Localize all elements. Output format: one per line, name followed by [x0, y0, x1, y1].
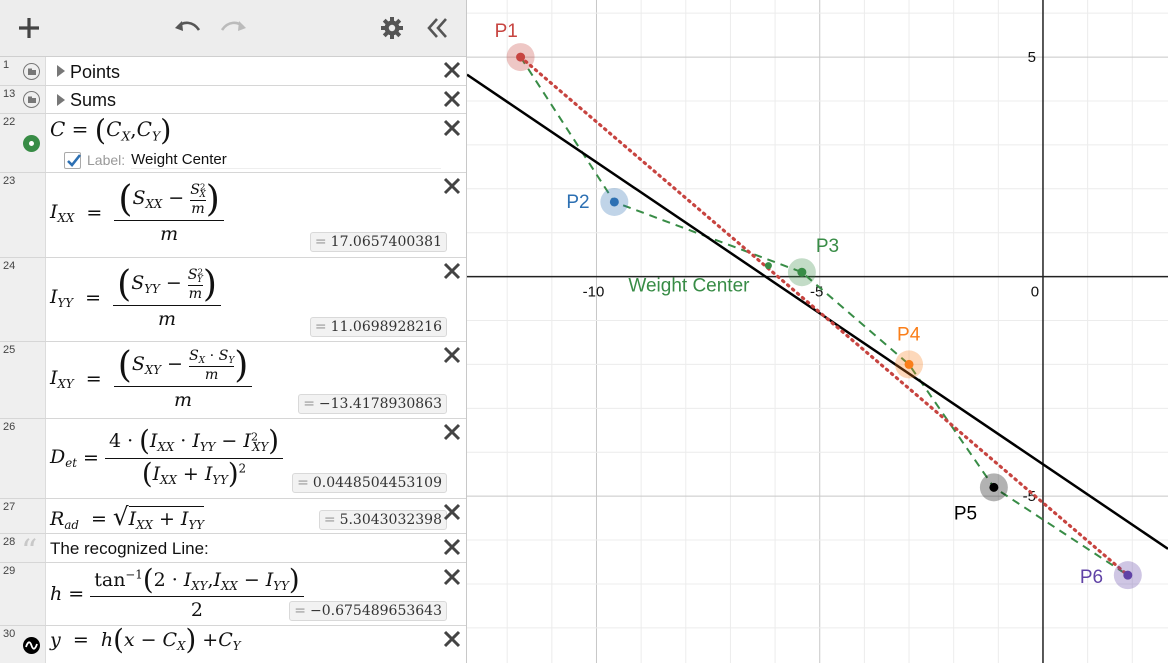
row-number: 13 [3, 88, 16, 100]
expand-triangle-icon[interactable] [57, 65, 65, 77]
row-number: 22 [3, 116, 16, 128]
folder-title: Points [70, 62, 121, 82]
point-p3[interactable] [797, 267, 807, 277]
weight-center-label: Weight Center [628, 276, 750, 297]
point-p4[interactable] [904, 359, 914, 369]
point-label-p3: P3 [816, 236, 839, 257]
expression-list: 1 Points 13 Sums 22 C = (CX,CY) Label: W… [0, 0, 467, 663]
row-number: 23 [3, 175, 16, 187]
row-gutter: 13 [0, 86, 46, 113]
point-label-p5: P5 [954, 503, 977, 524]
expression-row-ixx[interactable]: 23 IXX = (SXX − S2X m) m = 17.0657400381 [0, 173, 466, 258]
label-checkbox[interactable] [64, 151, 82, 169]
curve-visibility-icon[interactable] [23, 637, 40, 654]
evaluation-result: = −0.675489653643 [289, 601, 447, 621]
delete-x-icon[interactable] [442, 261, 462, 281]
expression-row-det[interactable]: 26 Det = 4 · (IXX · IYY − I2XY) (IXX + I… [0, 419, 466, 499]
expression-row-iyy[interactable]: 24 IYY = (SYY − S2Y m) m = 11.0698928216 [0, 258, 466, 342]
y-tick-label: 5 [1028, 49, 1036, 66]
row-number: 25 [3, 344, 16, 356]
label-caption: Label: [87, 152, 126, 168]
expression-row-ixy[interactable]: 25 IXY = (SXY − SX · SY m) m = −13.4178930… [0, 342, 466, 419]
folder-visibility-icon[interactable] [23, 91, 40, 108]
undo-icon [175, 21, 201, 31]
math-expression[interactable]: y = h(x − CX) +CY [50, 626, 437, 663]
folder-visibility-icon[interactable] [23, 63, 40, 80]
row-gutter: 1 [0, 57, 46, 85]
point-p1[interactable] [516, 52, 526, 62]
redo-icon [220, 21, 246, 31]
delete-x-icon[interactable] [442, 537, 462, 557]
evaluation-result: = 0.0448504453109 [292, 473, 447, 493]
evaluation-result: = 11.0698928216 [309, 317, 447, 337]
delete-x-icon[interactable] [442, 502, 462, 522]
row-number: 1 [3, 59, 10, 71]
expand-triangle-icon[interactable] [57, 94, 65, 106]
row-number: 30 [3, 628, 16, 640]
row-number: 28 [3, 536, 16, 548]
delete-x-icon[interactable] [442, 89, 462, 109]
label-row: Label: [64, 151, 442, 169]
point-p6[interactable] [1123, 570, 1133, 580]
delete-x-icon[interactable] [442, 176, 462, 196]
undo-button[interactable] [171, 12, 203, 44]
graph-canvas[interactable]: -10 -5 05-5 P1P2P3P4P5P6Weight Center [467, 0, 1168, 663]
row-number: 27 [3, 501, 16, 513]
row-gutter: 24 [0, 258, 46, 341]
delete-x-icon[interactable] [442, 60, 462, 80]
row-number: 29 [3, 565, 16, 577]
note-row[interactable]: 28 “ The recognized Line: [0, 532, 466, 570]
plus-icon [19, 18, 39, 38]
point-label-p6: P6 [1080, 567, 1103, 588]
collapse-list-button[interactable] [422, 12, 454, 44]
weight-center-point[interactable] [764, 262, 772, 270]
point-p5[interactable] [989, 482, 999, 492]
folder-row-sums[interactable]: 13 Sums [0, 86, 466, 114]
evaluation-result: = −13.4178930863 [298, 394, 447, 414]
evaluation-result: = 5.3043032398 [318, 510, 447, 530]
x-tick-label: -10 [583, 284, 605, 301]
gear-icon [381, 17, 403, 39]
row-number: 24 [3, 260, 16, 272]
expression-toolbar [0, 0, 466, 57]
row-gutter: 26 [0, 419, 46, 498]
expression-row-line[interactable]: 30 y = h(x − CX) +CY [0, 626, 466, 663]
delete-x-icon[interactable] [442, 567, 462, 587]
double-chevron-left-icon [427, 18, 447, 38]
redo-button[interactable] [218, 12, 250, 44]
row-gutter: 25 [0, 342, 46, 418]
folder-row-points[interactable]: 1 Points [0, 57, 466, 86]
row-gutter: 28 “ [0, 532, 46, 570]
plotted-lines [467, 55, 1168, 577]
row-number: 26 [3, 421, 16, 433]
endpoint-dotted-line [518, 55, 1130, 577]
note-text: The recognized Line: [50, 539, 209, 558]
label-text-input[interactable] [131, 151, 442, 169]
evaluation-result: = 17.0657400381 [309, 232, 447, 252]
point-visibility-icon[interactable] [23, 135, 40, 152]
point-label-p4: P4 [897, 324, 921, 345]
expression-row-rad[interactable]: 27 Rad = √IXX + IYY = 5.3043032398 [0, 499, 466, 534]
x-tick-label: 0 [1031, 284, 1039, 301]
expression-row-h[interactable]: 29 h = tan−1(2 · IXY,IXX − IYY) 2 = −0.67… [0, 563, 466, 626]
row-gutter: 30 [0, 626, 46, 663]
row-gutter: 27 [0, 499, 46, 533]
delete-x-icon[interactable] [442, 422, 462, 442]
check-icon [67, 153, 82, 167]
point-label-p1: P1 [495, 21, 518, 42]
folder-title: Sums [70, 90, 117, 110]
row-gutter: 23 [0, 173, 46, 257]
row-gutter: 29 [0, 563, 46, 625]
expression-row-center[interactable]: 22 C = (CX,CY) Label: [0, 114, 466, 173]
add-expression-button[interactable] [13, 12, 45, 44]
point-label-p2: P2 [566, 192, 589, 213]
row-gutter: 22 [0, 114, 46, 172]
delete-x-icon[interactable] [442, 629, 462, 649]
delete-x-icon[interactable] [442, 118, 462, 138]
point-p2[interactable] [609, 197, 619, 207]
settings-button[interactable] [376, 12, 408, 44]
delete-x-icon[interactable] [442, 345, 462, 365]
